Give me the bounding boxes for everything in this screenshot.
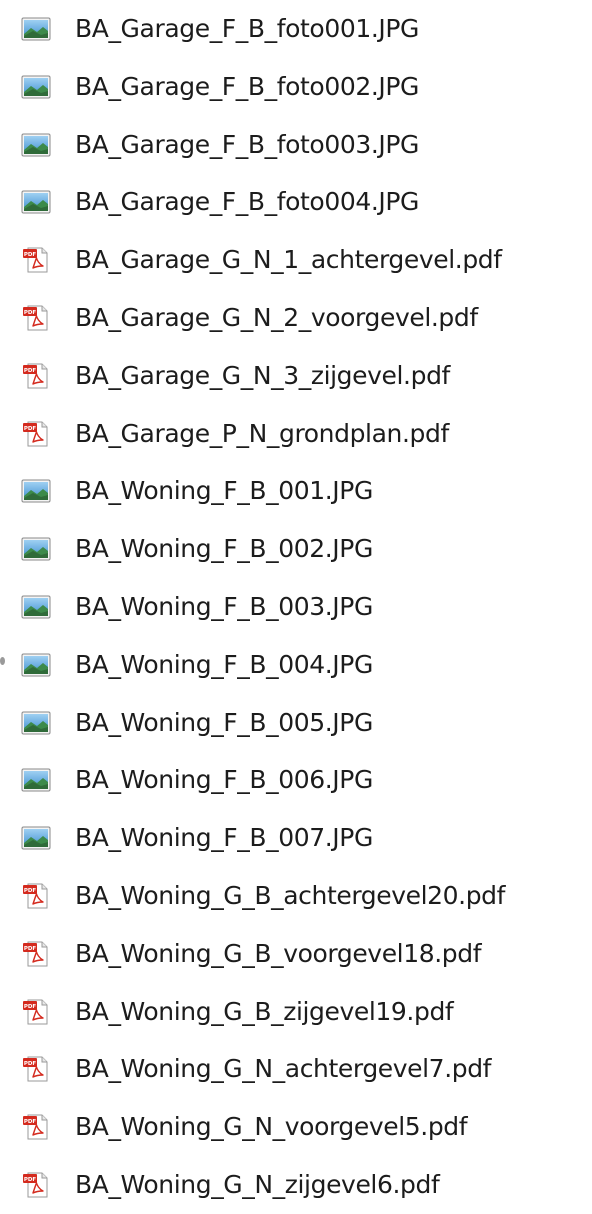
file-list-item[interactable]: BA_Woning_F_B_006.JPG	[0, 751, 592, 809]
file-list-item[interactable]: PDF BA_Garage_G_N_3_zijgevel.pdf	[0, 347, 592, 405]
image-file-icon	[21, 651, 51, 679]
file-list-item[interactable]: PDF BA_Woning_G_B_achtergevel20.pdf	[0, 867, 592, 925]
file-list-item[interactable]: PDF BA_Garage_G_N_2_voorgevel.pdf	[0, 289, 592, 347]
svg-text:PDF: PDF	[24, 426, 37, 432]
file-name: BA_Garage_F_B_foto003.JPG	[75, 129, 420, 159]
file-name: BA_Garage_G_N_3_zijgevel.pdf	[75, 360, 450, 390]
image-file-icon	[21, 766, 51, 794]
selection-edge-marker	[0, 657, 5, 665]
file-list-item[interactable]: BA_Garage_F_B_foto003.JPG	[0, 116, 592, 174]
file-name: BA_Woning_G_N_voorgevel5.pdf	[75, 1112, 468, 1142]
file-list-item[interactable]: PDF BA_Woning_G_B_voorgevel18.pdf	[0, 925, 592, 983]
file-name: BA_Woning_F_B_005.JPG	[75, 707, 373, 737]
file-name: BA_Garage_P_N_grondplan.pdf	[75, 418, 449, 448]
file-name: BA_Garage_F_B_foto004.JPG	[75, 187, 420, 217]
file-list-item[interactable]: PDF BA_Garage_P_N_grondplan.pdf	[0, 405, 592, 463]
file-name: BA_Woning_G_N_zijgevel6.pdf	[75, 1169, 440, 1199]
file-list-item[interactable]: PDF BA_Garage_G_N_1_achtergevel.pdf	[0, 231, 592, 289]
pdf-file-icon: PDF	[21, 1113, 51, 1141]
file-list-item[interactable]: PDF BA_Woning_G_B_zijgevel19.pdf	[0, 983, 592, 1041]
image-file-icon	[21, 15, 51, 43]
svg-text:PDF: PDF	[24, 1119, 37, 1125]
image-file-icon	[21, 188, 51, 216]
file-list-item[interactable]: BA_Garage_F_B_foto001.JPG	[0, 0, 592, 58]
svg-text:PDF: PDF	[24, 368, 37, 374]
file-name: BA_Woning_F_B_002.JPG	[75, 534, 373, 564]
image-file-icon	[21, 824, 51, 852]
file-name: BA_Woning_F_B_003.JPG	[75, 591, 373, 621]
file-list-item[interactable]: PDF BA_Woning_G_N_zijgevel6.pdf	[0, 1156, 592, 1214]
image-file-icon	[21, 709, 51, 737]
file-list-item[interactable]: PDF BA_Woning_G_N_achtergevel7.pdf	[0, 1040, 592, 1098]
image-file-icon	[21, 535, 51, 563]
svg-text:PDF: PDF	[24, 1061, 37, 1067]
file-list-item[interactable]: BA_Garage_F_B_foto002.JPG	[0, 58, 592, 116]
file-name: BA_Woning_G_B_zijgevel19.pdf	[75, 996, 454, 1026]
image-file-icon	[21, 477, 51, 505]
file-list-item[interactable]: BA_Woning_F_B_003.JPG	[0, 578, 592, 636]
image-file-icon	[21, 73, 51, 101]
pdf-file-icon: PDF	[21, 420, 51, 448]
file-list: BA_Garage_F_B_foto001.JPG BA_Garage_F_B_…	[0, 0, 592, 1214]
svg-text:PDF: PDF	[24, 946, 37, 952]
file-name: BA_Woning_F_B_004.JPG	[75, 649, 373, 679]
pdf-file-icon: PDF	[21, 940, 51, 968]
pdf-file-icon: PDF	[21, 1055, 51, 1083]
svg-text:PDF: PDF	[24, 252, 37, 258]
image-file-icon	[21, 593, 51, 621]
svg-text:PDF: PDF	[24, 1004, 37, 1010]
svg-text:PDF: PDF	[24, 888, 37, 894]
file-name: BA_Woning_G_N_achtergevel7.pdf	[75, 1054, 492, 1084]
file-name: BA_Woning_F_B_006.JPG	[75, 765, 373, 795]
file-name: BA_Woning_F_B_001.JPG	[75, 476, 373, 506]
file-name: BA_Garage_F_B_foto001.JPG	[75, 14, 420, 43]
file-list-item[interactable]: BA_Woning_F_B_004.JPG	[0, 636, 592, 694]
pdf-file-icon: PDF	[21, 1171, 51, 1199]
file-list-item[interactable]: BA_Woning_F_B_001.JPG	[0, 462, 592, 520]
file-name: BA_Garage_F_B_foto002.JPG	[75, 71, 420, 101]
file-name: BA_Woning_F_B_007.JPG	[75, 823, 373, 853]
file-list-item[interactable]: BA_Woning_F_B_007.JPG	[0, 809, 592, 867]
svg-text:PDF: PDF	[24, 310, 37, 316]
file-name: BA_Garage_G_N_1_achtergevel.pdf	[75, 245, 502, 275]
pdf-file-icon: PDF	[21, 362, 51, 390]
pdf-file-icon: PDF	[21, 246, 51, 274]
svg-text:PDF: PDF	[24, 1177, 37, 1183]
file-name: BA_Woning_G_B_achtergevel20.pdf	[75, 880, 506, 910]
file-list-item[interactable]: BA_Woning_F_B_002.JPG	[0, 520, 592, 578]
file-name: BA_Woning_G_B_voorgevel18.pdf	[75, 938, 482, 968]
file-name: BA_Garage_G_N_2_voorgevel.pdf	[75, 302, 478, 332]
file-list-item[interactable]: BA_Garage_F_B_foto004.JPG	[0, 173, 592, 231]
pdf-file-icon: PDF	[21, 304, 51, 332]
file-list-item[interactable]: PDF BA_Woning_G_N_voorgevel5.pdf	[0, 1098, 592, 1156]
pdf-file-icon: PDF	[21, 882, 51, 910]
file-list-item[interactable]: BA_Woning_F_B_005.JPG	[0, 694, 592, 752]
image-file-icon	[21, 131, 51, 159]
pdf-file-icon: PDF	[21, 998, 51, 1026]
